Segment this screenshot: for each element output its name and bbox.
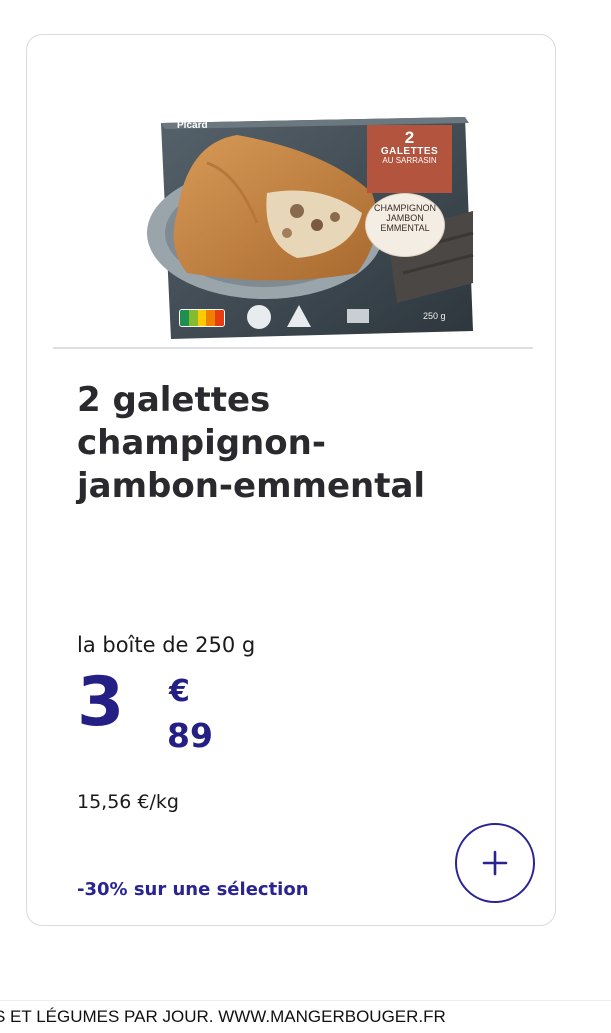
brand-logo: Picard	[177, 120, 208, 131]
flavor-label: CHAMPIGNON JAMBON EMMENTAL	[365, 193, 445, 257]
price-decimal: 89	[167, 716, 213, 755]
footer-text: S ET LÉGUMES PAR JOUR. WWW.MANGERBOUGER.…	[0, 1007, 446, 1026]
product-image: Picard 2 GALETTES AU SARRASIN CHAMPIGNON…	[147, 83, 479, 339]
plus-icon	[482, 850, 508, 876]
price-integer: 3	[77, 663, 125, 742]
product-title[interactable]: 2 galettes champignon- jambon-emmental	[77, 379, 517, 508]
box-weight: 250 g	[423, 311, 446, 321]
price-currency: €	[169, 674, 190, 709]
footer-banner: S ET LÉGUMES PAR JOUR. WWW.MANGERBOUGER.…	[0, 1000, 611, 1033]
promo-text[interactable]: -30% sur une sélection	[77, 879, 309, 900]
nutriscore-badge	[179, 309, 225, 327]
add-button[interactable]	[455, 823, 535, 903]
product-title-line: 2 galettes	[77, 380, 271, 420]
product-card[interactable]: Picard 2 GALETTES AU SARRASIN CHAMPIGNON…	[26, 34, 556, 926]
product-title-line: jambon-emmental	[77, 466, 426, 506]
price: 3 € 89	[77, 669, 277, 765]
flavor-line: EMMENTAL	[380, 222, 430, 233]
price-per-kg: 15,56 €/kg	[77, 791, 179, 813]
divider	[53, 347, 533, 349]
badge-line2: AU SARRASIN	[382, 156, 437, 166]
product-badge: 2 GALETTES AU SARRASIN	[367, 125, 452, 193]
unit-description: la boîte de 250 g	[77, 633, 256, 657]
badge-number: 2	[404, 128, 415, 147]
product-title-line: champignon-	[77, 423, 326, 463]
